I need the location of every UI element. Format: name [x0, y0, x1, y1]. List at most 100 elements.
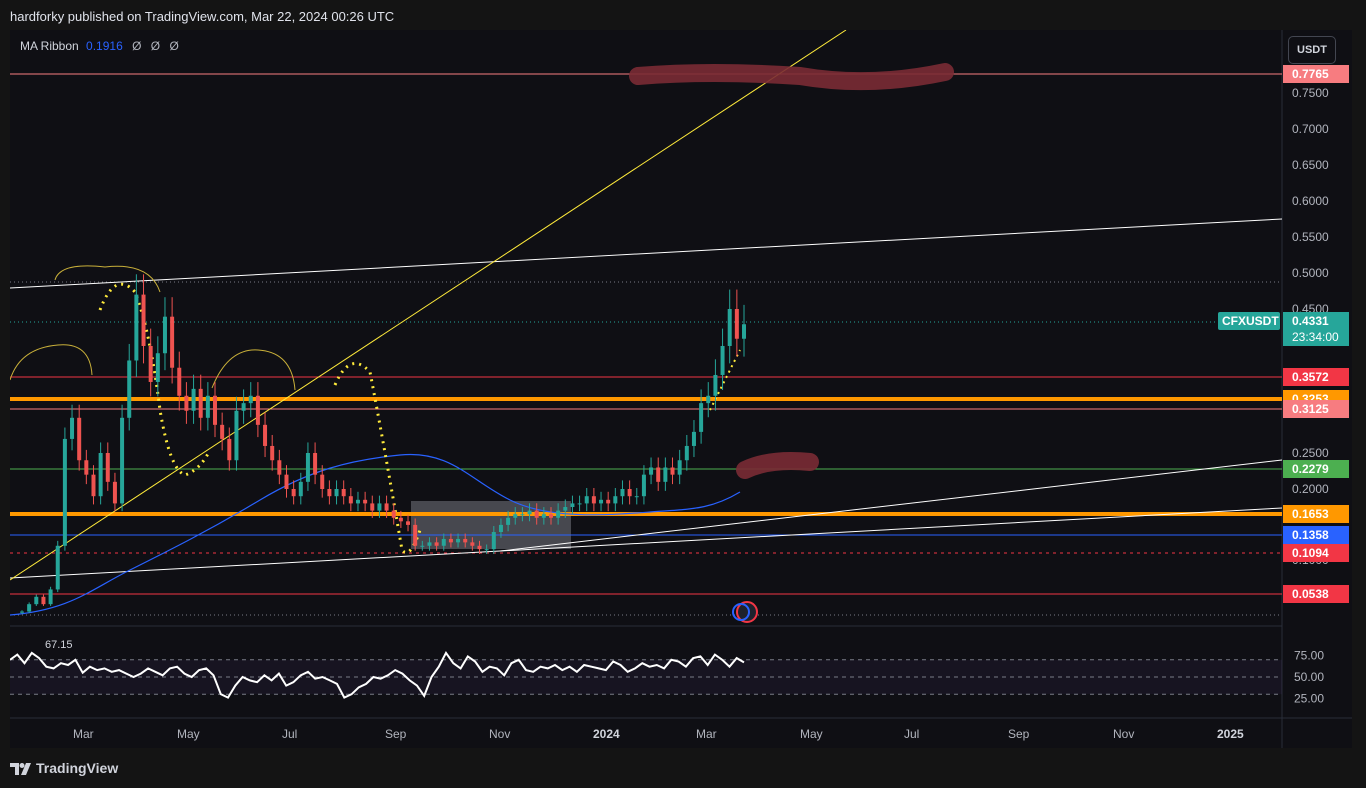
candle-body — [284, 474, 289, 489]
ma-ribbon-empty-1: Ø — [132, 39, 142, 53]
candle-body — [548, 514, 553, 518]
candle-body — [613, 496, 618, 504]
candle-body — [248, 395, 253, 404]
currency-button[interactable]: USDT — [1288, 36, 1336, 64]
candle-body — [391, 510, 396, 518]
chart-area[interactable]: 0.7500 0.7000 0.6500 0.6000 0.5500 0.5000 0.45… — [10, 30, 1352, 748]
candle-body — [298, 481, 303, 497]
price-tag-text: 0.3125 — [1292, 402, 1329, 416]
rsi-axis-tick: 75.00 — [1294, 649, 1324, 663]
price-axis-tick: 0.6500 — [1292, 158, 1329, 172]
candle-body — [670, 467, 675, 475]
candle-body — [341, 489, 346, 497]
candle-body — [20, 611, 24, 613]
published-header: hardforky published on TradingView.com, … — [10, 9, 395, 24]
candle-body — [70, 417, 75, 439]
candle-body — [534, 510, 539, 518]
time-axis-tick: Jul — [282, 727, 297, 741]
candle-body — [227, 438, 232, 461]
price-tag-text: 0.4331 — [1292, 314, 1329, 328]
candle-body — [148, 345, 153, 382]
candle-body — [441, 538, 446, 546]
candle-body — [141, 294, 146, 346]
candle-body — [641, 474, 646, 497]
candle-body — [720, 345, 725, 375]
candle-body — [484, 549, 489, 551]
candle-body — [98, 453, 103, 497]
candle-body — [27, 604, 32, 612]
candle-body — [384, 503, 389, 511]
candle-body — [498, 524, 503, 533]
price-tag-text: 0.3572 — [1292, 370, 1329, 384]
candle-body — [241, 403, 246, 411]
candle-body — [62, 438, 67, 546]
candle-body — [591, 496, 596, 504]
time-axis-tick: Sep — [1008, 727, 1030, 741]
candle-body — [105, 453, 110, 482]
candle-body — [527, 510, 532, 515]
rsi-axis-tick: 25.00 — [1294, 692, 1324, 706]
rsi-axis-tick: 50.00 — [1294, 670, 1324, 684]
time-axis-tick: 2025 — [1217, 727, 1244, 741]
candle-body — [55, 545, 60, 590]
candle-body — [427, 542, 432, 546]
candle-body — [727, 309, 732, 346]
candle-body — [742, 324, 746, 339]
ma-ribbon-name: MA Ribbon — [20, 39, 79, 53]
price-axis-tick: 0.5000 — [1292, 266, 1329, 280]
candle-body — [627, 489, 632, 497]
time-axis-tick: Nov — [1113, 727, 1134, 741]
price-axis-tick: 0.2000 — [1292, 482, 1329, 496]
candle-body — [213, 395, 218, 425]
price-tag-text: 0.2279 — [1292, 462, 1329, 476]
arc-drawing — [54, 265, 161, 293]
tradingview-footer[interactable]: TradingView — [10, 760, 118, 776]
candle-body — [706, 395, 711, 404]
candle-body — [656, 467, 661, 482]
time-axis-tick: Nov — [489, 727, 510, 741]
price-tag-text: 0.7765 — [1292, 67, 1329, 81]
candle-body — [406, 521, 411, 525]
candle-body — [162, 316, 167, 354]
candle-body — [127, 360, 132, 418]
chart-svg[interactable]: 0.75000.70000.65000.60000.55000.50000.45… — [10, 30, 1352, 748]
time-axis-tick: Mar — [73, 727, 94, 741]
candle-body — [84, 460, 89, 475]
candle-body — [577, 503, 582, 505]
ma-ribbon-empty-3: Ø — [169, 39, 179, 53]
ma-ribbon-empty-2: Ø — [150, 39, 161, 53]
price-tag-text: 0.1653 — [1292, 507, 1329, 521]
candle-body — [684, 445, 689, 461]
candle-body — [91, 474, 96, 497]
candle-body — [663, 467, 668, 482]
candle-body — [77, 417, 82, 461]
candle-body — [463, 538, 468, 543]
candle-body — [734, 309, 739, 339]
candle-body — [320, 474, 325, 489]
candle-body — [355, 499, 360, 504]
candle-body — [205, 395, 210, 418]
candle-body — [434, 542, 439, 546]
trend-line-upper — [10, 218, 1283, 289]
candle-body — [155, 353, 160, 382]
candle-body — [420, 545, 425, 547]
candle-body — [348, 496, 353, 504]
candle-body — [263, 424, 268, 446]
trend-line-lower — [10, 507, 1283, 579]
highlight-mark — [736, 452, 819, 479]
candle-body — [313, 453, 318, 475]
candle-body — [520, 514, 525, 516]
candle-body — [491, 532, 496, 550]
candle-body — [470, 542, 475, 546]
candle-body — [134, 294, 139, 361]
candle-body — [634, 496, 639, 498]
candle-body — [699, 403, 704, 432]
price-axis-tick: 0.5500 — [1292, 230, 1329, 244]
ma-ribbon-legend[interactable]: MA Ribbon 0.1916 Ø Ø Ø — [20, 39, 179, 53]
candle-body — [184, 395, 189, 411]
time-axis-tick: 2024 — [593, 727, 620, 741]
candle-body — [506, 517, 511, 525]
candle-body — [48, 589, 53, 605]
trend-line-mid — [499, 459, 1283, 552]
price-tag-countdown: 23:34:00 — [1292, 330, 1339, 344]
